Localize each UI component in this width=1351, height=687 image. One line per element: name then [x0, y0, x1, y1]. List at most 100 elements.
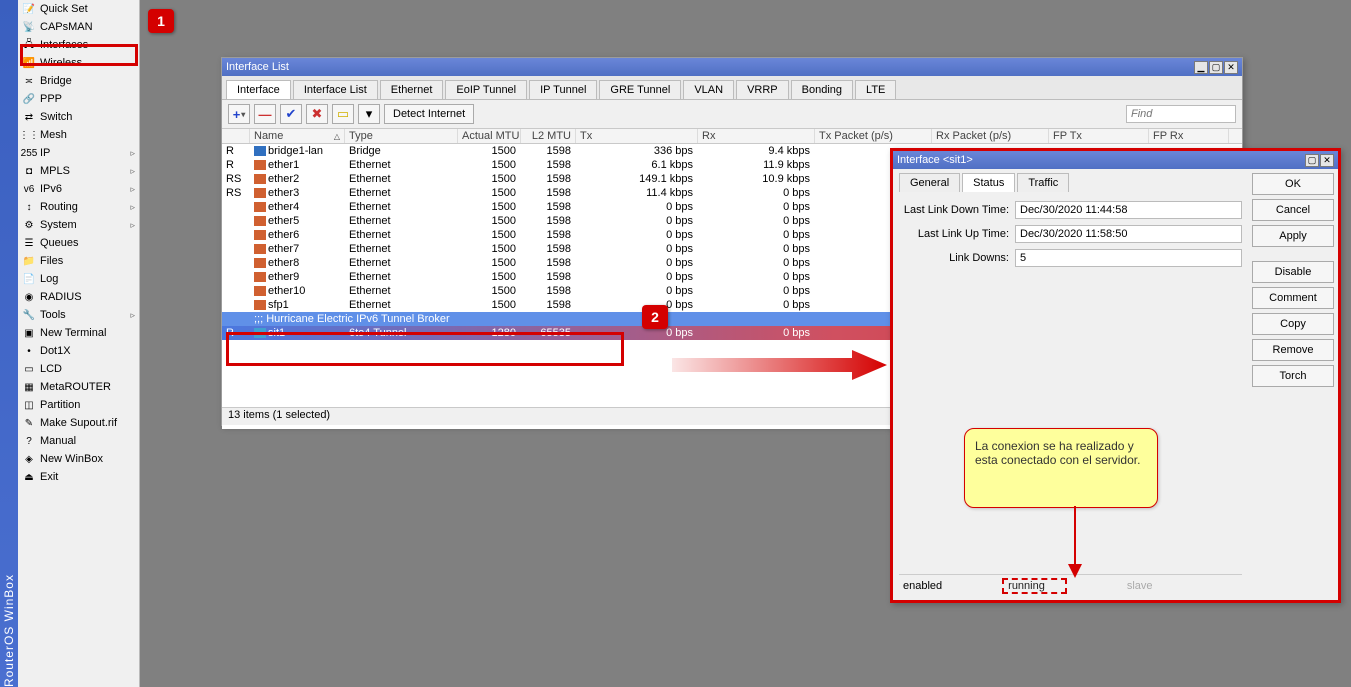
sidebar-item-mesh[interactable]: ⋮⋮Mesh [18, 126, 139, 144]
tab-traffic[interactable]: Traffic [1017, 173, 1069, 192]
sidebar-item-manual[interactable]: ?Manual [18, 432, 139, 450]
menu-icon: ▭ [22, 362, 36, 376]
iface-icon [254, 300, 266, 310]
sidebar-item-capsman[interactable]: 📡CAPsMAN [18, 18, 139, 36]
sidebar-item-mpls[interactable]: ◘ MPLS ▹ [18, 162, 139, 180]
menu-icon: ◈ [22, 452, 36, 466]
sidebar-item-dot1x[interactable]: •Dot1X [18, 342, 139, 360]
copy-button[interactable]: Copy [1252, 313, 1334, 335]
tab-vlan[interactable]: VLAN [683, 80, 734, 99]
menu-icon: v6 [22, 182, 36, 196]
tab-eoip-tunnel[interactable]: EoIP Tunnel [445, 80, 527, 99]
chevron-right-icon: ▹ [130, 184, 135, 195]
window-titlebar[interactable]: Interface <sit1> ▢ ✕ [893, 151, 1338, 169]
annotation-note: La conexion se ha realizado y esta conec… [964, 428, 1158, 508]
menu-icon: ◘ [22, 164, 36, 178]
disable-button[interactable]: Disable [1252, 261, 1334, 283]
sidebar-label: Files [40, 255, 63, 267]
sidebar-item-exit[interactable]: ⏏Exit [18, 468, 139, 486]
enabled-status: enabled [903, 580, 942, 592]
remove-button[interactable]: — [254, 104, 276, 124]
sidebar-item-routing[interactable]: ↕Routing▹ [18, 198, 139, 216]
enable-button[interactable]: ✔ [280, 104, 302, 124]
comment-button[interactable]: ▭ [332, 104, 354, 124]
sidebar-item-new-terminal[interactable]: ▣New Terminal [18, 324, 139, 342]
close-button[interactable]: ✕ [1224, 61, 1238, 74]
linkdowns-value[interactable] [1015, 249, 1242, 267]
sidebar-item-radius[interactable]: ◉RADIUS [18, 288, 139, 306]
menu-icon: ⇄ [22, 110, 36, 124]
tab-general[interactable]: General [899, 173, 960, 192]
add-button[interactable]: +▾ [228, 104, 250, 124]
sidebar-label: Interfaces [40, 39, 88, 51]
tab-status[interactable]: Status [962, 173, 1015, 192]
menu-icon: ≍ [22, 74, 36, 88]
menu-icon: 🖧 [22, 38, 36, 52]
sidebar-item-log[interactable]: 📄Log [18, 270, 139, 288]
tab-interface-list[interactable]: Interface List [293, 80, 378, 99]
sidebar-item-system[interactable]: ⚙System▹ [18, 216, 139, 234]
slave-status: slave [1127, 580, 1153, 592]
iface-icon [254, 174, 266, 184]
remove-button[interactable]: Remove [1252, 339, 1334, 361]
sidebar-item-partition[interactable]: ◫Partition [18, 396, 139, 414]
sidebar-item-ip[interactable]: 255IP▹ [18, 144, 139, 162]
disable-button[interactable]: ✖ [306, 104, 328, 124]
sit-footer: enabled running slave [899, 574, 1242, 596]
down-value[interactable] [1015, 201, 1242, 219]
menu-icon: ⏏ [22, 470, 36, 484]
sidebar-item-metarouter[interactable]: ▦MetaROUTER [18, 378, 139, 396]
window-titlebar[interactable]: Interface List ▁ ▢ ✕ [222, 58, 1242, 76]
tab-lte[interactable]: LTE [855, 80, 896, 99]
sidebar-item-queues[interactable]: ☰Queues [18, 234, 139, 252]
find-input[interactable] [1126, 105, 1236, 123]
menu-icon: ↕ [22, 200, 36, 214]
comment-button[interactable]: Comment [1252, 287, 1334, 309]
menu-icon: 📶 [22, 56, 36, 70]
tab-ip-tunnel[interactable]: IP Tunnel [529, 80, 597, 99]
min-button[interactable]: ▁ [1194, 61, 1208, 74]
cancel-button[interactable]: Cancel [1252, 199, 1334, 221]
sidebar-item-files[interactable]: 📁Files [18, 252, 139, 270]
sidebar-item-lcd[interactable]: ▭LCD [18, 360, 139, 378]
tab-vrrp[interactable]: VRRP [736, 80, 789, 99]
chevron-right-icon: ▹ [130, 148, 135, 159]
tab-ethernet[interactable]: Ethernet [380, 80, 444, 99]
sidebar-item-switch[interactable]: ⇄Switch [18, 108, 139, 126]
iface-icon [254, 146, 266, 156]
sidebar-item-ppp[interactable]: 🔗PPP [18, 90, 139, 108]
chevron-right-icon: ▹ [130, 202, 135, 213]
up-value[interactable] [1015, 225, 1242, 243]
max-button[interactable]: ▢ [1209, 61, 1223, 74]
menu-icon: • [22, 344, 36, 358]
sidebar-item-wireless[interactable]: 📶Wireless [18, 54, 139, 72]
sidebar-item-ipv6[interactable]: v6IPv6▹ [18, 180, 139, 198]
sidebar-label: MPLS [40, 165, 70, 177]
tab-interface[interactable]: Interface [226, 80, 291, 99]
sidebar-item-new-winbox[interactable]: ◈New WinBox [18, 450, 139, 468]
sidebar-item-interfaces[interactable]: 🖧 Interfaces [18, 36, 139, 54]
menu-icon: 255 [22, 146, 36, 160]
max-button[interactable]: ▢ [1305, 154, 1319, 167]
sidebar-item-make-supout.rif[interactable]: ✎Make Supout.rif [18, 414, 139, 432]
chevron-right-icon: ▹ [130, 220, 135, 231]
sidebar-item-bridge[interactable]: ≍Bridge [18, 72, 139, 90]
chevron-right-icon: ▹ [130, 166, 135, 177]
ok-button[interactable]: OK [1252, 173, 1334, 195]
sidebar-label: Partition [40, 399, 80, 411]
iface-icon [254, 160, 266, 170]
detect-internet-button[interactable]: Detect Internet [384, 104, 474, 124]
torch-button[interactable]: Torch [1252, 365, 1334, 387]
tab-bonding[interactable]: Bonding [791, 80, 853, 99]
apply-button[interactable]: Apply [1252, 225, 1334, 247]
close-button[interactable]: ✕ [1320, 154, 1334, 167]
iface-icon [254, 244, 266, 254]
sidebar-item-tools[interactable]: 🔧Tools▹ [18, 306, 139, 324]
sidebar-item-quick-set[interactable]: 📝Quick Set [18, 0, 139, 18]
filter-button[interactable]: ▾ [358, 104, 380, 124]
sidebar-label: New Terminal [40, 327, 106, 339]
iface-icon [254, 202, 266, 212]
tab-gre-tunnel[interactable]: GRE Tunnel [599, 80, 681, 99]
sidebar-label: Make Supout.rif [40, 417, 117, 429]
linkdowns-label: Link Downs: [899, 252, 1009, 264]
